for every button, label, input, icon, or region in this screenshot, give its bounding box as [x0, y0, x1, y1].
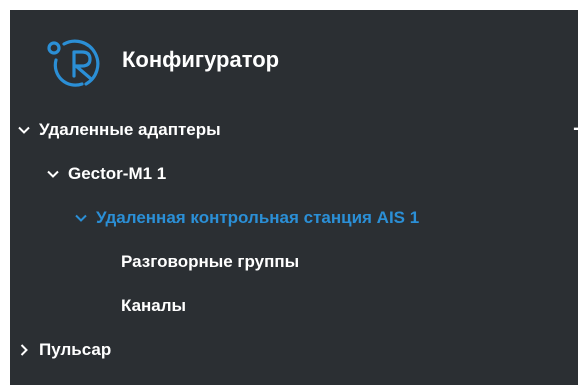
add-button[interactable]: + — [573, 119, 578, 141]
adapter-tree: Удаленные адаптеры + Gector-M1 1 − Удале… — [10, 108, 578, 385]
tree-item-label: Удаленная контрольная станция AIS 1 — [96, 208, 420, 227]
tree-item-gector-m1[interactable]: Gector-M1 1 − — [10, 152, 578, 196]
tree-item-ais-station[interactable]: Удаленная контрольная станция AIS 1 − — [10, 196, 578, 240]
tree-item-remote-adapters[interactable]: Удаленные адаптеры + — [10, 108, 578, 152]
tree-item-label: Gector-M1 1 — [68, 164, 167, 183]
chevron-down-icon[interactable] — [46, 167, 60, 181]
tree-item-label: Пульсар — [39, 340, 112, 359]
tree-item-label: Удаленные адаптеры — [39, 120, 221, 139]
chevron-right-icon[interactable] — [17, 343, 31, 357]
logo-r-icon — [47, 39, 100, 87]
tree-item-label: Каналы — [121, 296, 187, 315]
tree-item-talk-groups[interactable]: Разговорные группы — [10, 240, 578, 284]
tree-item-pulsar[interactable]: Пульсар — [10, 328, 578, 372]
configurator-panel: Конфигуратор Удаленные адаптеры + Gector… — [10, 10, 578, 385]
app-title: Конфигуратор — [122, 47, 280, 72]
panel-header: Конфигуратор — [10, 10, 578, 108]
chevron-down-icon[interactable] — [17, 123, 31, 137]
chevron-down-icon[interactable] — [74, 211, 88, 225]
tree-item-label: Разговорные группы — [121, 252, 300, 271]
tree-item-channels[interactable]: Каналы — [10, 284, 578, 328]
